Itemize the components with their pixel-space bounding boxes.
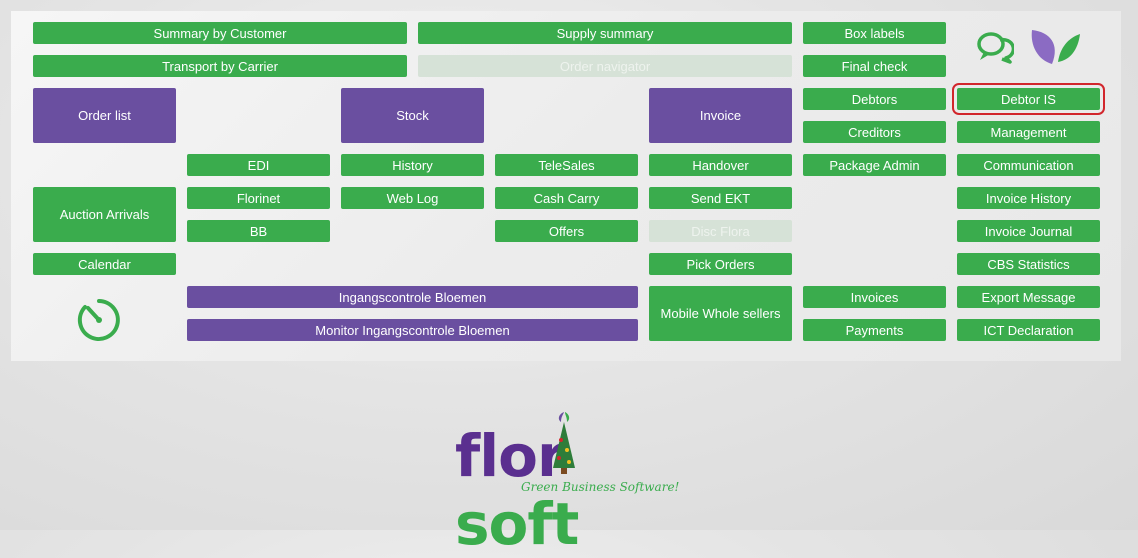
debtors-button[interactable]: Debtors (803, 88, 946, 110)
creditors-button[interactable]: Creditors (803, 121, 946, 143)
calendar-button[interactable]: Calendar (33, 253, 176, 275)
monitor-ingangscontrole-bloemen-button[interactable]: Monitor Ingangscontrole Bloemen (187, 319, 638, 341)
disc-flora-button: Disc Flora (649, 220, 792, 242)
web-log-button[interactable]: Web Log (341, 187, 484, 209)
stock-button[interactable]: Stock (341, 88, 484, 143)
cash-carry-button[interactable]: Cash Carry (495, 187, 638, 209)
logo-tagline: Green Business Software! (521, 480, 680, 494)
invoice-journal-button[interactable]: Invoice Journal (957, 220, 1100, 242)
logo-text-soft: soft (455, 490, 579, 558)
invoices-button[interactable]: Invoices (803, 286, 946, 308)
pick-orders-button[interactable]: Pick Orders (649, 253, 792, 275)
handover-button[interactable]: Handover (649, 154, 792, 176)
leaf-icon (1031, 30, 1080, 64)
mobile-whole-sellers-button[interactable]: Mobile Whole sellers (649, 286, 792, 341)
export-message-button[interactable]: Export Message (957, 286, 1100, 308)
payments-button[interactable]: Payments (803, 319, 946, 341)
debtor-is-button[interactable]: Debtor IS (952, 83, 1105, 115)
order-navigator-button: Order navigator (418, 55, 792, 77)
offers-button[interactable]: Offers (495, 220, 638, 242)
auction-arrivals-button[interactable]: Auction Arrivals (33, 187, 176, 242)
summary-by-customer-button[interactable]: Summary by Customer (33, 22, 407, 44)
order-list-button[interactable]: Order list (33, 88, 176, 143)
christmas-tree-icon (553, 412, 575, 474)
invoice-history-button[interactable]: Invoice History (957, 187, 1100, 209)
history-button[interactable]: History (341, 154, 484, 176)
box-labels-button[interactable]: Box labels (803, 22, 946, 44)
management-button[interactable]: Management (957, 121, 1100, 143)
timer-icon[interactable] (76, 297, 122, 343)
edi-button[interactable]: EDI (187, 154, 330, 176)
ingangscontrole-bloemen-button[interactable]: Ingangscontrole Bloemen (187, 286, 638, 308)
chat-bubbles-icon[interactable] (976, 30, 1014, 64)
bb-button[interactable]: BB (187, 220, 330, 242)
cbs-statistics-button[interactable]: CBS Statistics (957, 253, 1100, 275)
send-ekt-button[interactable]: Send EKT (649, 187, 792, 209)
package-admin-button[interactable]: Package Admin (803, 154, 946, 176)
transport-by-carrier-button[interactable]: Transport by Carrier (33, 55, 407, 77)
florinet-button[interactable]: Florinet (187, 187, 330, 209)
communication-button[interactable]: Communication (957, 154, 1100, 176)
supply-summary-button[interactable]: Supply summary (418, 22, 792, 44)
telesales-button[interactable]: TeleSales (495, 154, 638, 176)
final-check-button[interactable]: Final check (803, 55, 946, 77)
invoice-button[interactable]: Invoice (649, 88, 792, 143)
ict-declaration-button[interactable]: ICT Declaration (957, 319, 1100, 341)
florisoft-logo: florsoft Green Business Software! (455, 410, 695, 558)
